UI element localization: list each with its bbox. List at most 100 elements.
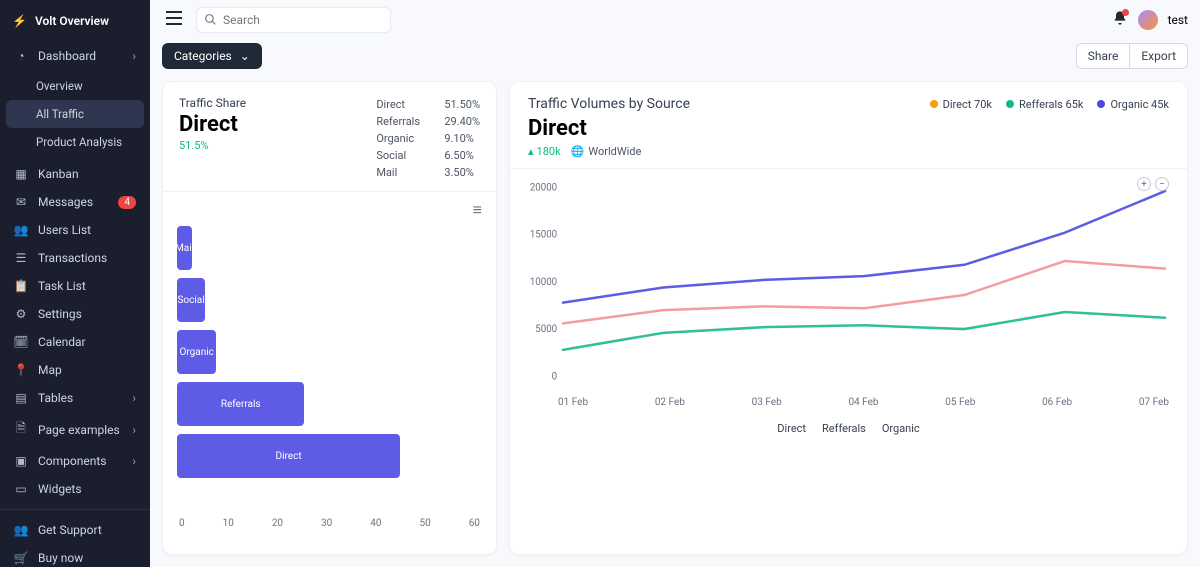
bar-row: Mail (177, 222, 482, 274)
legend-item: Refferals 65k (1006, 98, 1083, 111)
sidebar-item-buy-now[interactable]: 🛒Buy now (6, 544, 144, 567)
bar: Mail (177, 226, 192, 270)
svg-text:5000: 5000 (535, 324, 557, 335)
sidebar-item-overview[interactable]: Overview (6, 72, 144, 100)
card-title: Direct (179, 112, 246, 137)
pin-icon: 📍 (14, 363, 28, 377)
traffic-volume-card: Traffic Volumes by Source Direct 70k Reff… (509, 81, 1188, 555)
legend-dot (1097, 100, 1105, 108)
search-input[interactable] (223, 13, 390, 27)
cart-icon: 🛒 (14, 551, 28, 565)
svg-text:0: 0 (552, 371, 558, 382)
bar: Direct (177, 434, 400, 478)
calendar-icon: 🗓 (14, 335, 28, 349)
traffic-share-card: Traffic Share Direct 51.5% Direct51.50% … (162, 81, 497, 555)
legend-item: Organic 45k (1097, 98, 1169, 111)
bolt-icon: ⚡ (12, 14, 27, 28)
components-icon: ▣ (14, 454, 28, 468)
grid-icon: ▦ (14, 167, 28, 181)
chat-icon: ✉ (14, 195, 28, 209)
zoom-in-button[interactable]: + (1137, 177, 1151, 191)
hamburger-icon (166, 11, 182, 25)
sidebar-item-settings[interactable]: ⚙Settings (6, 300, 144, 328)
messages-badge: 4 (118, 196, 136, 209)
share-button[interactable]: Share (1077, 44, 1130, 68)
users-icon: 👥 (14, 223, 28, 237)
traffic-share-table: Direct51.50% Referrals29.40% Organic9.10… (376, 96, 480, 181)
bar-row: Organic (177, 326, 482, 378)
chevron-right-icon: › (132, 49, 136, 63)
topbar: test (150, 0, 1200, 39)
legend-dot (1006, 100, 1014, 108)
sidebar-item-transactions[interactable]: ☰Transactions (6, 244, 144, 272)
chevron-right-icon: › (132, 423, 136, 437)
pie-icon: ◔ (14, 49, 28, 63)
legend-item[interactable]: Direct (777, 422, 806, 435)
widgets-icon: ▭ (14, 482, 28, 496)
avatar[interactable] (1138, 10, 1158, 30)
legend-top: Direct 70k Refferals 65k Organic 45k (930, 98, 1169, 111)
brand[interactable]: ⚡ Volt Overview (0, 0, 150, 42)
notifications-button[interactable] (1112, 10, 1128, 30)
line-chart: + − 05000100001500020000 01 Feb02 Feb03 … (510, 169, 1187, 554)
bar-row: Direct (177, 430, 482, 482)
sidebar-item-map[interactable]: 📍Map (6, 356, 144, 384)
username: test (1168, 13, 1188, 27)
legend-item[interactable]: Organic (882, 422, 920, 435)
gear-icon: ⚙ (14, 307, 28, 321)
sidebar-item-widgets[interactable]: ▭Widgets (6, 475, 144, 503)
content: Traffic Share Direct 51.5% Direct51.50% … (150, 73, 1200, 567)
sidebar-item-tables[interactable]: ▤Tables› (6, 384, 144, 412)
categories-button[interactable]: Categories ⌄ (162, 43, 262, 69)
search-field[interactable] (196, 7, 391, 33)
notification-dot (1122, 9, 1129, 16)
legend-dot (930, 100, 938, 108)
main: test Categories ⌄ Share Export Traffic S… (150, 0, 1200, 567)
zoom-out-button[interactable]: − (1155, 177, 1169, 191)
toolbar: Categories ⌄ Share Export (150, 39, 1200, 73)
card-subtitle: Traffic Share (179, 96, 246, 110)
sidebar-item-get-support[interactable]: 👥Get Support (6, 516, 144, 544)
sidebar-item-dashboard[interactable]: ◔ Dashboard › (6, 42, 144, 70)
card-heading: Direct (528, 116, 1169, 141)
svg-text:20000: 20000 (530, 182, 558, 193)
globe-icon: 🌐 (571, 145, 585, 158)
bar: Organic (177, 330, 216, 374)
chevron-right-icon: › (132, 454, 136, 468)
chevron-right-icon: › (132, 391, 136, 405)
bar-row: Social (177, 274, 482, 326)
sidebar-item-product-analysis[interactable]: Product Analysis (6, 128, 144, 156)
sidebar-item-calendar[interactable]: 🗓Calendar (6, 328, 144, 356)
caret-up-icon: ▴ (528, 145, 534, 158)
brand-label: Volt Overview (35, 14, 109, 28)
bar-row: Referrals (177, 378, 482, 430)
sidebar-item-components[interactable]: ▣Components› (6, 447, 144, 475)
card-percent: 51.5% (179, 139, 246, 152)
card-title: Traffic Volumes by Source (528, 96, 690, 112)
hamburger-button[interactable] (162, 6, 186, 33)
svg-text:10000: 10000 (530, 277, 558, 288)
sidebar-item-kanban[interactable]: ▦Kanban (6, 160, 144, 188)
bar: Social (177, 278, 205, 322)
support-icon: 👥 (14, 523, 28, 537)
clipboard-icon: 📋 (14, 279, 28, 293)
sidebar-item-all-traffic[interactable]: All Traffic (6, 100, 144, 128)
page-icon: 🗎 (14, 419, 28, 440)
legend-item: Direct 70k (930, 98, 992, 111)
sidebar-item-users-list[interactable]: 👥Users List (6, 216, 144, 244)
chart-menu-icon[interactable]: ≡ (473, 200, 482, 220)
delta-up: ▴180k (528, 145, 561, 158)
scope: 🌐WorldWide (571, 145, 642, 158)
card-icon: ☰ (14, 251, 28, 265)
search-icon (197, 13, 223, 26)
bar: Referrals (177, 382, 304, 426)
export-button[interactable]: Export (1129, 44, 1187, 68)
sidebar: ⚡ Volt Overview ◔ Dashboard › Overview A… (0, 0, 150, 567)
export-group: Share Export (1076, 43, 1188, 69)
bar-chart: ≡ MailSocialOrganicReferralsDirect 01020… (163, 192, 496, 554)
sidebar-item-task-list[interactable]: 📋Task List (6, 272, 144, 300)
sidebar-item-messages[interactable]: ✉Messages4 (6, 188, 144, 216)
sidebar-item-page-examples[interactable]: 🗎Page examples› (6, 412, 144, 447)
legend-item[interactable]: Refferals (822, 422, 866, 435)
chevron-down-icon: ⌄ (240, 49, 250, 63)
